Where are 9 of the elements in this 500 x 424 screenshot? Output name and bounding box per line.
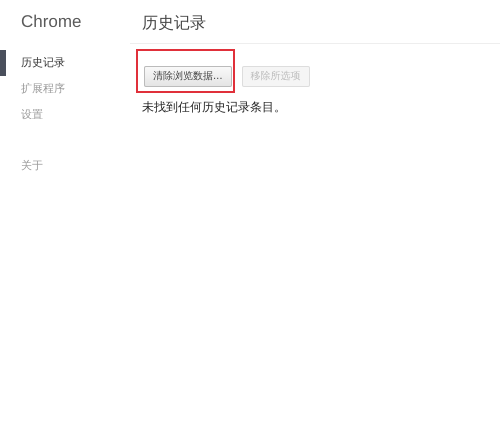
sidebar-item[interactable]: 关于 bbox=[0, 153, 130, 179]
clear-data-button[interactable]: 清除浏览数据... bbox=[144, 66, 232, 86]
sidebar-item[interactable]: 历史记录 bbox=[0, 50, 130, 76]
sidebar-item[interactable]: 扩展程序 bbox=[0, 76, 130, 102]
sidebar-title: Chrome bbox=[20, 12, 82, 33]
active-indicator bbox=[0, 50, 6, 76]
empty-message: 未找到任何历史记录条目。 bbox=[141, 98, 287, 116]
sidebar-item[interactable]: 设置 bbox=[0, 102, 130, 128]
page-title: 历史记录 bbox=[142, 12, 207, 34]
